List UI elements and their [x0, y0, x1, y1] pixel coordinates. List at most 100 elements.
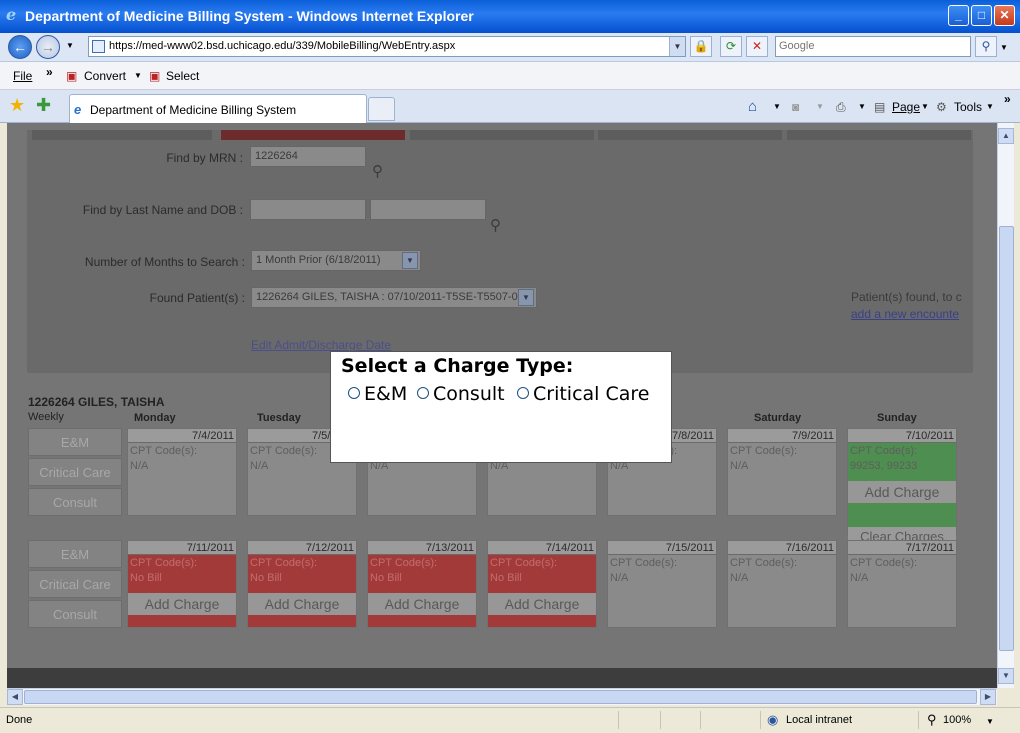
- horizontal-scrollbar[interactable]: ◀ ▶: [7, 688, 997, 705]
- search-icon[interactable]: ⚲: [975, 36, 997, 57]
- page-menu[interactable]: Page: [892, 100, 920, 114]
- option-consult[interactable]: Consult: [417, 383, 505, 405]
- cpt-area: CPT Code(s): N/A: [728, 555, 836, 593]
- chevron-more-icon[interactable]: »: [1004, 92, 1011, 106]
- print-dropdown-icon[interactable]: ▼: [858, 102, 866, 111]
- cpt-value: N/A: [130, 460, 149, 472]
- weekly-critical-care-button[interactable]: Critical Care: [28, 570, 122, 598]
- radio-em[interactable]: [348, 387, 360, 399]
- cpt-label: CPT Code(s):: [730, 557, 798, 569]
- cpt-value: N/A: [850, 572, 869, 584]
- months-select[interactable]: 1 Month Prior (6/18/2011): [251, 250, 421, 271]
- weekly-consult-button[interactable]: Consult: [28, 600, 122, 628]
- found-dropdown-icon[interactable]: ▼: [518, 289, 534, 306]
- dob-input[interactable]: [370, 199, 486, 220]
- globe-icon: ◉: [767, 712, 779, 727]
- mrn-input[interactable]: 1226264: [250, 146, 366, 167]
- url-field[interactable]: https://med-www02.bsd.uchicago.edu/339/M…: [88, 36, 686, 57]
- tab-bar: ★ ✚ e Department of Medicine Billing Sys…: [0, 90, 1020, 123]
- menu-convert[interactable]: Convert: [84, 69, 126, 83]
- nav-tab[interactable]: [32, 130, 212, 140]
- tab-label: Department of Medicine Billing System: [90, 103, 297, 117]
- weekly-consult-button[interactable]: Consult: [28, 488, 122, 516]
- lock-icon[interactable]: 🔒: [690, 36, 712, 57]
- favorites-star-icon[interactable]: ★: [9, 95, 25, 116]
- day-date: 7/4/2011: [128, 429, 236, 443]
- nav-tab[interactable]: [410, 130, 594, 140]
- feeds-icon[interactable]: ◙: [792, 100, 799, 114]
- nav-tab[interactable]: [598, 130, 782, 140]
- convert-dropdown-icon[interactable]: ▼: [134, 71, 142, 80]
- horizontal-scroll-thumb[interactable]: [24, 690, 977, 704]
- option-critical-care[interactable]: Critical Care: [517, 383, 650, 405]
- add-encounter-link[interactable]: add a new encounte: [851, 307, 959, 321]
- search-input[interactable]: [776, 37, 956, 55]
- radio-consult[interactable]: [417, 387, 429, 399]
- cpt-label: CPT Code(s):: [850, 557, 918, 569]
- add-charge-button[interactable]: Add Charge: [848, 481, 956, 503]
- add-charge-button[interactable]: Add Charge: [488, 593, 596, 615]
- feeds-dropdown-icon[interactable]: ▼: [816, 102, 824, 111]
- new-tab-button[interactable]: [368, 97, 395, 121]
- day-date: 7/11/2011: [128, 541, 236, 555]
- home-dropdown-icon[interactable]: ▼: [773, 102, 781, 111]
- day-date: 7/14/2011: [488, 541, 596, 555]
- months-dropdown-icon[interactable]: ▼: [402, 252, 418, 269]
- weekly-label: Weekly: [28, 411, 64, 423]
- back-button[interactable]: ←: [8, 35, 32, 59]
- zoom-icon[interactable]: ⚲: [927, 712, 937, 728]
- add-charge-button[interactable]: Add Charge: [248, 593, 356, 615]
- maximize-button[interactable]: □: [971, 5, 992, 26]
- chevron-more-icon[interactable]: »: [46, 65, 53, 79]
- found-patient-select[interactable]: 1226264 GILES, TAISHA : 07/10/2011-T5SE-…: [251, 287, 537, 308]
- nav-tab[interactable]: [787, 130, 971, 140]
- print-icon[interactable]: ⎙: [836, 100, 846, 115]
- history-dropdown-icon[interactable]: ▼: [66, 41, 74, 50]
- cpt-label: CPT Code(s):: [130, 557, 198, 569]
- mrn-label: Find by MRN :: [166, 151, 243, 165]
- menu-select[interactable]: Select: [166, 69, 199, 83]
- months-label: Number of Months to Search :: [84, 255, 245, 269]
- minimize-button[interactable]: _: [948, 5, 969, 26]
- add-charge-button[interactable]: Add Charge: [368, 593, 476, 615]
- close-button[interactable]: ✕: [994, 5, 1015, 26]
- status-bar: Done ◉ Local intranet ⚲ 100% ▼: [0, 707, 1020, 733]
- name-dob-label: Find by Last Name and DOB :: [82, 203, 243, 217]
- mrn-search-icon[interactable]: ⚲: [372, 162, 383, 180]
- scroll-right-icon[interactable]: ▶: [980, 689, 996, 705]
- tab-billing-system[interactable]: e Department of Medicine Billing System: [69, 94, 367, 123]
- refresh-icon[interactable]: ⟳: [720, 36, 742, 57]
- search-options-icon[interactable]: ▼: [1000, 43, 1008, 52]
- cpt-label: CPT Code(s):: [370, 557, 438, 569]
- cpt-value: No Bill: [490, 572, 522, 584]
- stop-icon[interactable]: ✕: [746, 36, 768, 57]
- zoom-level[interactable]: 100%: [943, 714, 971, 726]
- vertical-scroll-thumb[interactable]: [999, 226, 1014, 651]
- last-name-input[interactable]: [250, 199, 366, 220]
- name-search-icon[interactable]: ⚲: [490, 216, 501, 234]
- add-charge-button[interactable]: Add Charge: [128, 593, 236, 615]
- weekly-e-m-button[interactable]: E&M: [28, 428, 122, 456]
- home-icon[interactable]: ⌂: [748, 98, 757, 115]
- nav-tab-active[interactable]: [221, 130, 405, 140]
- forward-button[interactable]: →: [36, 35, 60, 59]
- radio-critical-care[interactable]: [517, 387, 529, 399]
- vertical-scrollbar[interactable]: ▲ ▼: [997, 123, 1014, 688]
- page-dropdown-icon[interactable]: ▼: [921, 102, 929, 111]
- scroll-down-icon[interactable]: ▼: [998, 668, 1014, 684]
- zoom-dropdown-icon[interactable]: ▼: [986, 717, 994, 726]
- tools-menu[interactable]: Tools: [954, 100, 982, 114]
- scroll-up-icon[interactable]: ▲: [998, 128, 1014, 144]
- footer-bar: [7, 668, 997, 688]
- day-box: 7/17/2011 CPT Code(s): N/A: [847, 540, 957, 628]
- add-favorites-icon[interactable]: ✚: [36, 95, 51, 116]
- scroll-left-icon[interactable]: ◀: [7, 689, 23, 705]
- weekly-critical-care-button[interactable]: Critical Care: [28, 458, 122, 486]
- option-em[interactable]: E&M: [348, 383, 407, 405]
- tools-dropdown-icon[interactable]: ▼: [986, 102, 994, 111]
- weekly-e-m-button[interactable]: E&M: [28, 540, 122, 568]
- select-icon: ▣: [149, 69, 161, 83]
- menu-file[interactable]: File: [13, 69, 32, 83]
- url-dropdown-icon[interactable]: ▼: [669, 37, 685, 56]
- edit-admit-link[interactable]: Edit Admit/Discharge Date: [251, 338, 391, 352]
